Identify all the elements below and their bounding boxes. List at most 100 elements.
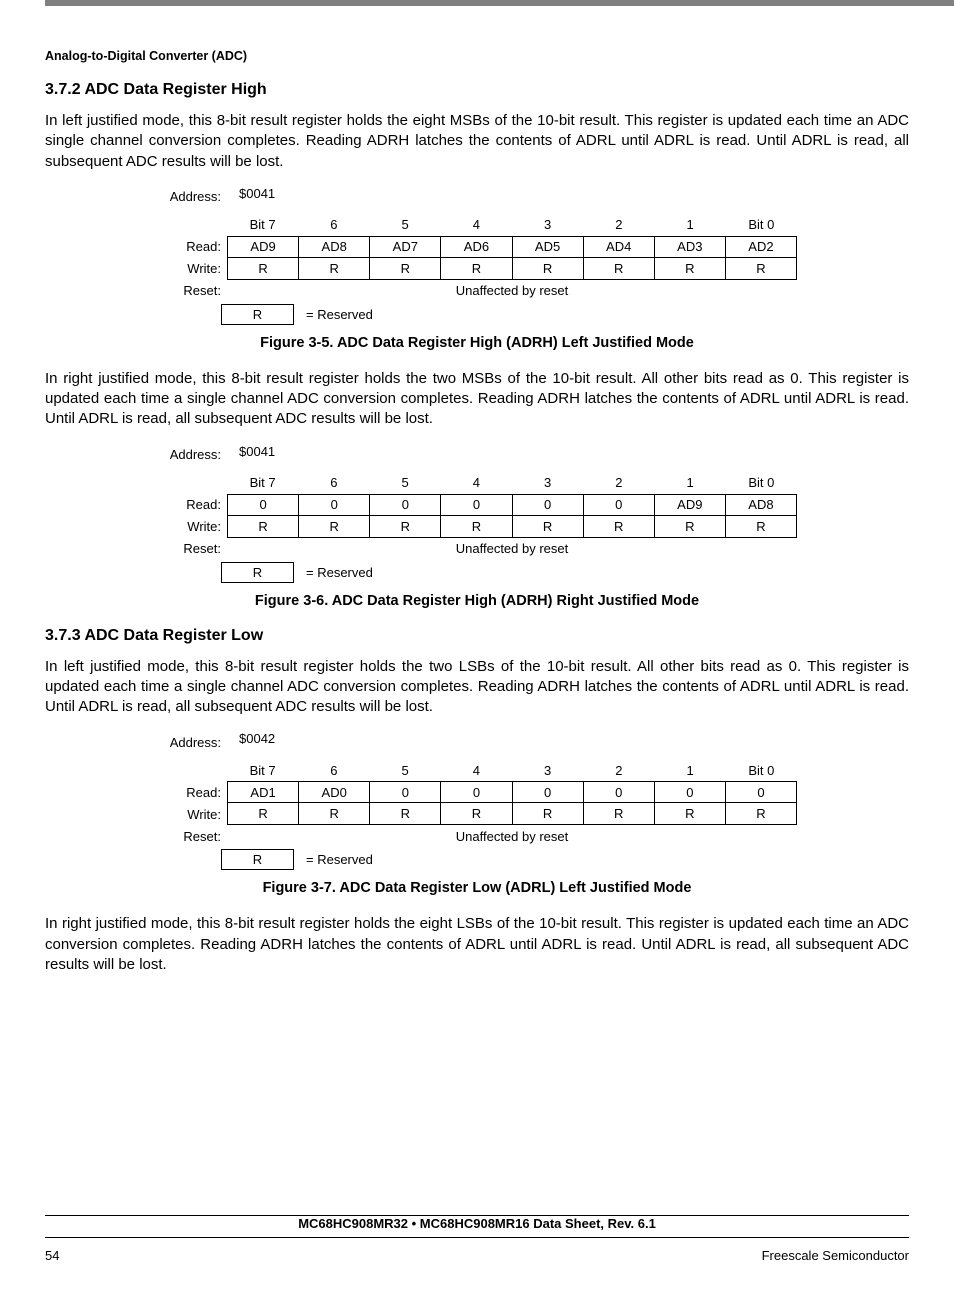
bit-header: Bit 7 — [227, 214, 298, 236]
fig37-read-cell: 0 — [654, 781, 725, 803]
fig37-write-cell: R — [654, 803, 725, 825]
bit-header: 3 — [512, 472, 583, 494]
fig35-address-value: $0041 — [227, 186, 275, 208]
fig37-read-cell: AD1 — [227, 781, 298, 803]
fig35-read-cell: AD3 — [654, 236, 725, 258]
legend-reserved-val: = Reserved — [294, 304, 373, 325]
fig35-write-cell: R — [583, 258, 654, 280]
fig36-write-cell: R — [512, 516, 583, 538]
bit-header: Bit 0 — [726, 214, 797, 236]
bit-header: 1 — [655, 214, 726, 236]
bit-header: 5 — [370, 472, 441, 494]
fig37-read-cell: AD0 — [298, 781, 369, 803]
fig37-read-cell: 0 — [369, 781, 440, 803]
bit-header: Bit 0 — [726, 759, 797, 781]
bit-header: 1 — [655, 472, 726, 494]
bit-header: 2 — [583, 759, 654, 781]
fig37-write-cell: R — [227, 803, 298, 825]
fig36-write-cell: R — [298, 516, 369, 538]
register-fig36: Address: $0041 Bit 7 6 5 4 3 2 1 Bit 0 R… — [157, 444, 797, 583]
label-read: Read: — [157, 781, 227, 803]
label-read: Read: — [157, 236, 227, 258]
legend-reserved-key: R — [221, 849, 294, 870]
para-372-2: In right justified mode, this 8-bit resu… — [45, 369, 909, 430]
fig36-write-cell: R — [369, 516, 440, 538]
legend-reserved-key: R — [221, 562, 294, 583]
header-rule — [45, 0, 954, 6]
fig37-write-cell: R — [583, 803, 654, 825]
fig37-reset-text: Unaffected by reset — [227, 825, 797, 847]
page-content: Analog-to-Digital Converter (ADC) 3.7.2 … — [0, 14, 954, 1298]
fig37-address-value: $0042 — [227, 731, 275, 753]
fig36-write-cell: R — [654, 516, 725, 538]
fig37-write-cell: R — [725, 803, 797, 825]
fig37-caption: Figure 3-7. ADC Data Register Low (ADRL)… — [45, 880, 909, 896]
bit-header: 3 — [512, 214, 583, 236]
fig37-read-cell: 0 — [583, 781, 654, 803]
legend-reserved-val: = Reserved — [294, 562, 373, 583]
fig37-write-cell: R — [298, 803, 369, 825]
fig36-read-cell: AD9 — [654, 494, 725, 516]
label-reset: Reset: — [157, 280, 227, 302]
fig37-write-cell: R — [369, 803, 440, 825]
bit-header: 5 — [370, 759, 441, 781]
fig36-read-cell: 0 — [369, 494, 440, 516]
fig35-read-cell: AD4 — [583, 236, 654, 258]
legend-reserved-val: = Reserved — [294, 849, 373, 870]
bit-header: 4 — [441, 472, 512, 494]
fig35-read-cell: AD2 — [725, 236, 797, 258]
fig36-reset-text: Unaffected by reset — [227, 538, 797, 560]
fig36-read-cell: 0 — [583, 494, 654, 516]
label-address: Address: — [157, 186, 227, 208]
bit-header: 2 — [583, 214, 654, 236]
heading-373: 3.7.3 ADC Data Register Low — [45, 627, 909, 645]
fig35-write-cell: R — [725, 258, 797, 280]
fig36-read-cell: 0 — [512, 494, 583, 516]
fig35-read-cell: AD8 — [298, 236, 369, 258]
label-bits — [157, 759, 227, 781]
fig36-read-cell: 0 — [298, 494, 369, 516]
fig35-read-cell: AD7 — [369, 236, 440, 258]
bit-header: 4 — [441, 214, 512, 236]
fig37-read-cell: 0 — [725, 781, 797, 803]
label-read: Read: — [157, 494, 227, 516]
fig35-write-cell: R — [298, 258, 369, 280]
fig36-address-value: $0041 — [227, 444, 275, 466]
fig36-write-cell: R — [583, 516, 654, 538]
label-write: Write: — [157, 258, 227, 280]
fig36-write-cell: R — [227, 516, 298, 538]
fig35-caption: Figure 3-5. ADC Data Register High (ADRH… — [45, 335, 909, 351]
fig37-read-cell: 0 — [512, 781, 583, 803]
register-fig35: Address: $0041 Bit 7 6 5 4 3 2 1 Bit 0 R… — [157, 186, 797, 325]
fig35-read-cell: AD5 — [512, 236, 583, 258]
bit-header: 6 — [298, 759, 369, 781]
footer-company: Freescale Semiconductor — [762, 1248, 909, 1263]
bit-header: Bit 7 — [227, 472, 298, 494]
footer: MC68HC908MR32 • MC68HC908MR16 Data Sheet… — [45, 1215, 909, 1263]
fig35-write-cell: R — [227, 258, 298, 280]
fig36-caption: Figure 3-6. ADC Data Register High (ADRH… — [45, 593, 909, 609]
bit-header: 1 — [655, 759, 726, 781]
bit-header: 6 — [298, 472, 369, 494]
bit-header: Bit 0 — [726, 472, 797, 494]
fig35-write-cell: R — [369, 258, 440, 280]
bit-header: 4 — [441, 759, 512, 781]
fig35-write-cell: R — [512, 258, 583, 280]
label-address: Address: — [157, 731, 227, 753]
register-fig37: Address: $0042 Bit 7 6 5 4 3 2 1 Bit 0 R… — [157, 731, 797, 870]
label-reset: Reset: — [157, 825, 227, 847]
label-address: Address: — [157, 444, 227, 466]
fig36-read-cell: AD8 — [725, 494, 797, 516]
fig36-write-cell: R — [725, 516, 797, 538]
fig36-read-cell: 0 — [227, 494, 298, 516]
fig36-read-cell: 0 — [440, 494, 511, 516]
fig37-write-cell: R — [512, 803, 583, 825]
label-reset: Reset: — [157, 538, 227, 560]
header-section-label: Analog-to-Digital Converter (ADC) — [45, 49, 909, 63]
label-bits — [157, 214, 227, 236]
label-write: Write: — [157, 516, 227, 538]
bit-header: 2 — [583, 472, 654, 494]
label-bits — [157, 472, 227, 494]
bit-header: Bit 7 — [227, 759, 298, 781]
footer-page-number: 54 — [45, 1248, 59, 1263]
